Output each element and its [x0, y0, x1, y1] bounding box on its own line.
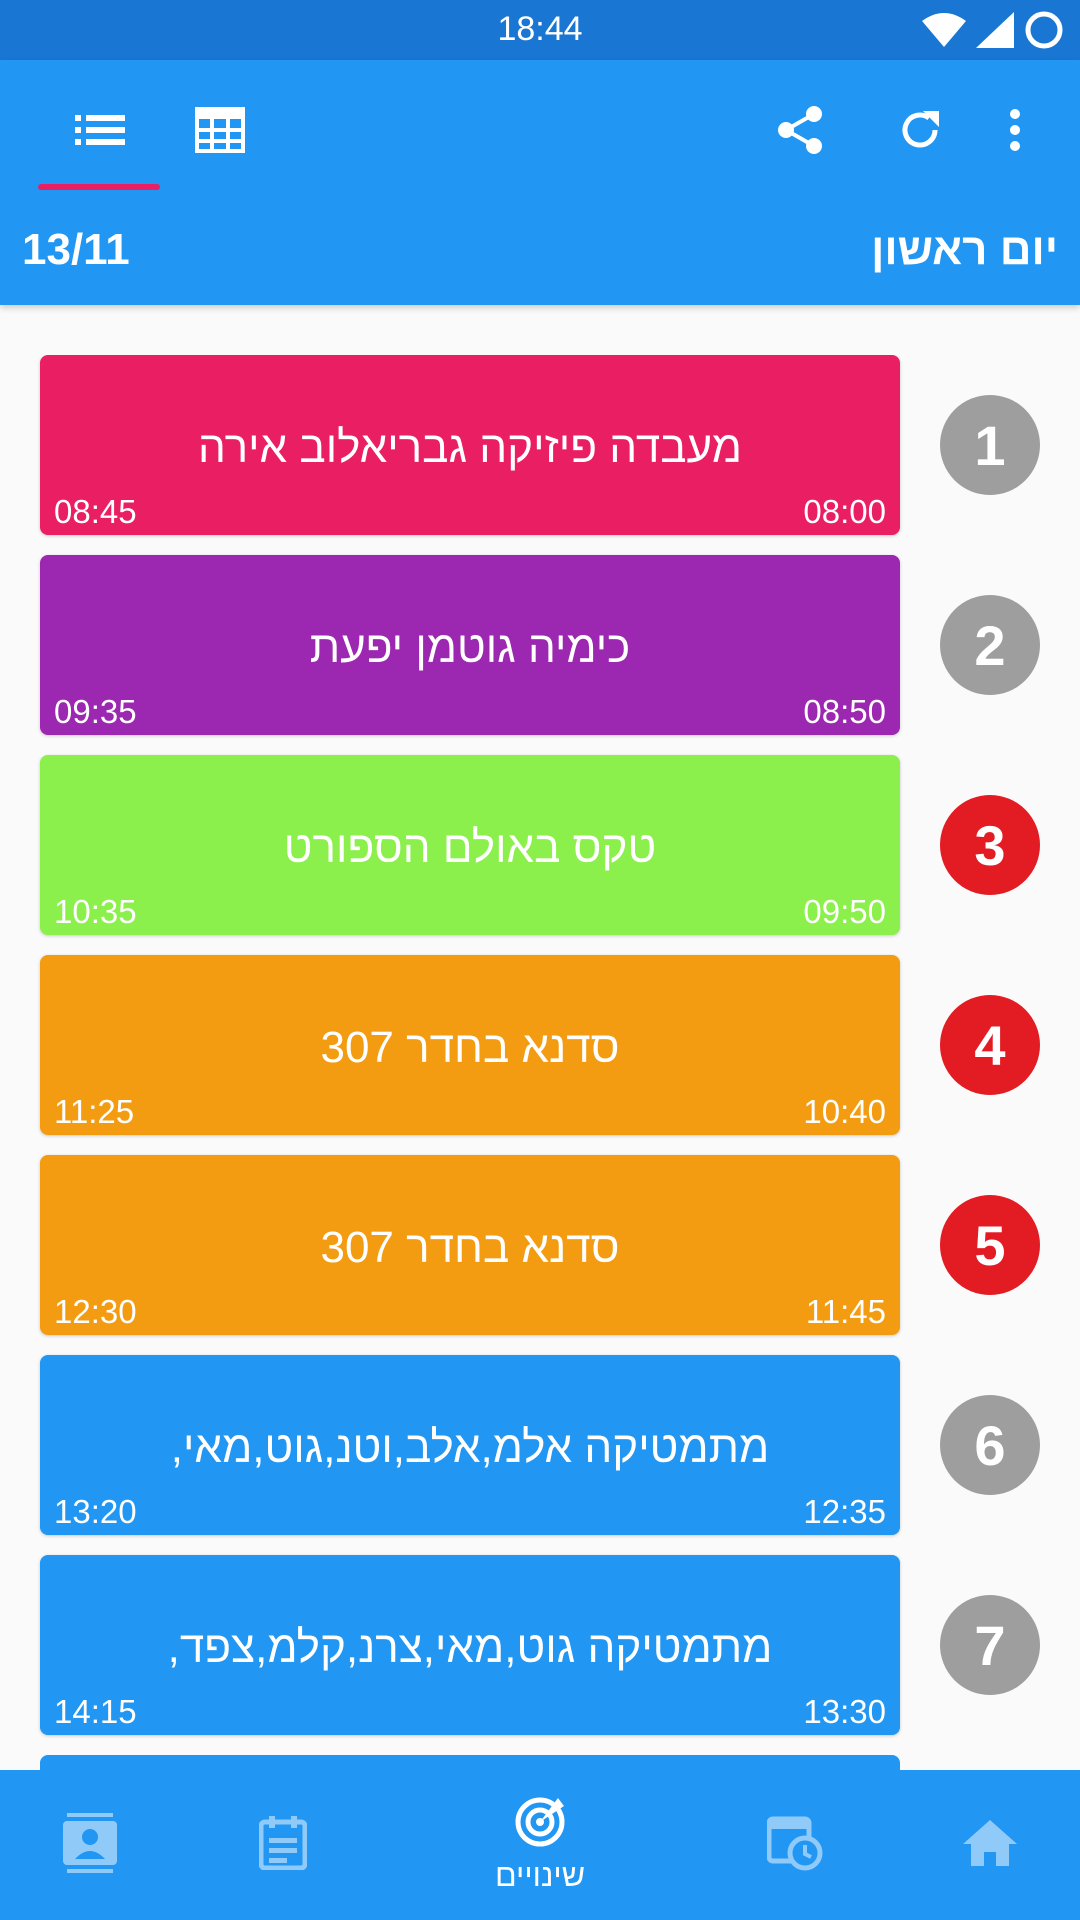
lesson-number-badge: 4 [940, 995, 1040, 1095]
contacts-icon [63, 1812, 117, 1878]
lesson-title: כימיה גוטמן יפעת [309, 623, 631, 672]
more-vert-icon[interactable] [980, 85, 1050, 175]
active-tab-indicator [38, 184, 160, 190]
lesson-title: טקס באולם הספורט [283, 823, 657, 872]
lesson-row[interactable]: מתמטיקה אלמ,אלב,וטנ,גוט,מאי, 12:35 13:20… [0, 1355, 1080, 1535]
lesson-row[interactable]: כימיה גוטמן יפעת 08:50 09:35 2 [0, 555, 1080, 735]
lesson-number-badge: 1 [940, 395, 1040, 495]
lesson-row[interactable]: סדנא בחדר 307 11:45 12:30 5 [0, 1155, 1080, 1335]
lesson-title: סדנא בחדר 307 [320, 1223, 620, 1272]
lesson-start-time: 08:00 [803, 493, 886, 530]
lesson-card[interactable]: מעבדה פיזיקה גבריאלוב אירה 08:00 08:45 [40, 355, 900, 535]
lesson-start-time: 09:50 [803, 893, 886, 930]
bottom-navigation: שינויים [0, 1770, 1080, 1920]
nav-calendar[interactable] [238, 1770, 328, 1920]
lesson-card[interactable]: מתמטיקה גוט,מאי,צרנ,קלמ,צפד, 13:30 14:15 [40, 1555, 900, 1735]
lesson-end-time: 11:25 [54, 1093, 135, 1130]
lesson-card[interactable]: כימיה גוטמן יפעת 08:50 09:35 [40, 555, 900, 735]
lesson-end-time: 09:35 [54, 693, 137, 730]
grid-view-icon[interactable] [175, 85, 265, 175]
signal-icon [976, 12, 1014, 48]
lesson-number-badge: 2 [940, 595, 1040, 695]
lesson-number-badge: 7 [940, 1595, 1040, 1695]
status-icons [922, 10, 1064, 50]
lesson-row[interactable]: מעבדה פיזיקה גבריאלוב אירה 08:00 08:45 1 [0, 355, 1080, 535]
schedule-clock-icon [766, 1815, 823, 1876]
lesson-end-time: 12:30 [54, 1293, 137, 1330]
lesson-title: מתמטיקה אלמ,אלב,וטנ,גוט,מאי, [170, 1423, 770, 1472]
wifi-icon [922, 13, 966, 47]
lesson-row[interactable]: סדנא בחדר 307 10:40 11:25 4 [0, 955, 1080, 1135]
lesson-row[interactable]: מתמטיקה גוט,מאי,צרנ,קלמ,צפד, 13:30 14:15… [0, 1555, 1080, 1735]
lesson-card[interactable]: טקס באולם הספורט 09:50 10:35 [40, 755, 900, 935]
lesson-title: מעבדה פיזיקה גבריאלוב אירה [198, 423, 742, 472]
lesson-title: סדנא בחדר 307 [320, 1023, 620, 1072]
nav-contacts[interactable] [45, 1770, 135, 1920]
lesson-start-time: 08:50 [803, 693, 886, 730]
lesson-end-time: 13:20 [54, 1493, 137, 1530]
lesson-card-partial[interactable] [40, 1755, 900, 1770]
lesson-row[interactable]: טקס באולם הספורט 09:50 10:35 3 [0, 755, 1080, 935]
day-label: יום ראשון [871, 225, 1058, 274]
lesson-end-time: 10:35 [54, 893, 137, 930]
lesson-card[interactable]: סדנא בחדר 307 10:40 11:25 [40, 955, 900, 1135]
list-view-icon[interactable] [55, 85, 145, 175]
lesson-number-badge: 3 [940, 795, 1040, 895]
status-bar: 18:44 [0, 0, 1080, 60]
lesson-end-time: 08:45 [54, 493, 137, 530]
date-label: 13/11 [22, 225, 130, 274]
lesson-start-time: 10:40 [803, 1093, 886, 1130]
changes-radar-icon [514, 1796, 566, 1853]
lesson-title: מתמטיקה גוט,מאי,צרנ,קלמ,צפד, [167, 1623, 773, 1672]
refresh-icon[interactable] [875, 85, 965, 175]
nav-changes-label: שינויים [494, 1857, 586, 1893]
status-time: 18:44 [497, 10, 583, 48]
nav-changes[interactable]: שינויים [460, 1770, 620, 1920]
dnd-ring-icon [1024, 10, 1064, 50]
lesson-number-badge: 5 [940, 1195, 1040, 1295]
lesson-start-time: 13:30 [803, 1693, 886, 1730]
lessons-list: מעבדה פיזיקה גבריאלוב אירה 08:00 08:45 1… [0, 355, 1080, 1770]
share-icon[interactable] [755, 85, 845, 175]
lesson-end-time: 14:15 [54, 1693, 137, 1730]
calendar-icon [258, 1815, 308, 1875]
home-icon [963, 1819, 1017, 1871]
nav-home[interactable] [945, 1770, 1035, 1920]
lesson-start-time: 11:45 [805, 1293, 886, 1330]
app-toolbar: 13/11 יום ראשון [0, 60, 1080, 305]
lesson-number-badge: 6 [940, 1395, 1040, 1495]
lesson-start-time: 12:35 [803, 1493, 886, 1530]
nav-schedule[interactable] [750, 1770, 840, 1920]
lesson-card[interactable]: מתמטיקה אלמ,אלב,וטנ,גוט,מאי, 12:35 13:20 [40, 1355, 900, 1535]
lesson-card[interactable]: סדנא בחדר 307 11:45 12:30 [40, 1155, 900, 1335]
